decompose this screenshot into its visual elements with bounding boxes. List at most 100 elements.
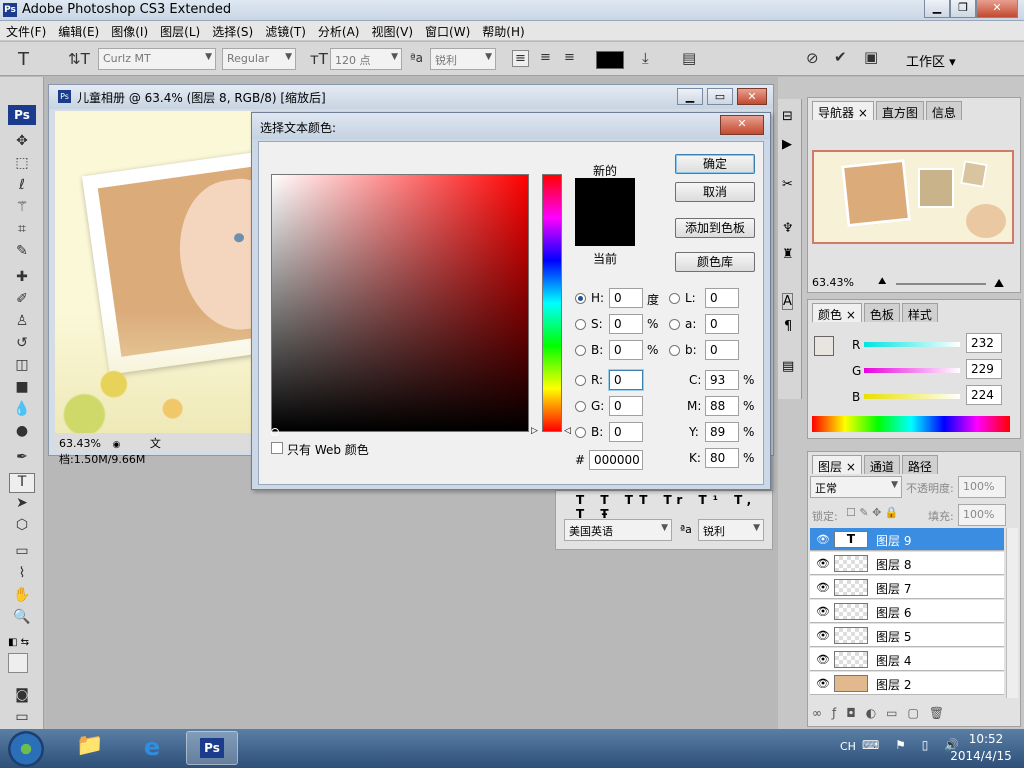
zoom-tool-icon[interactable]: 🔍 xyxy=(9,609,35,629)
tab-navigator[interactable]: 导航器 × xyxy=(812,101,874,120)
hue-slider[interactable] xyxy=(542,174,562,432)
file-explorer-icon[interactable]: 📁 xyxy=(70,733,110,765)
language-select[interactable]: 美国英语 ▼ xyxy=(564,519,672,541)
h-field[interactable]: 0 xyxy=(609,288,643,308)
blue-radio[interactable] xyxy=(575,427,586,438)
g-value-field[interactable]: 229 xyxy=(966,359,1002,379)
layer-row[interactable]: 👁 图层 8 xyxy=(810,552,1004,575)
tab-swatches[interactable]: 色板 xyxy=(863,303,900,322)
marquee-tool-icon[interactable]: ⬚ xyxy=(9,155,35,175)
tab-info[interactable]: 信息 xyxy=(925,101,962,120)
align-center-icon[interactable]: ≡ xyxy=(540,50,551,65)
quick-mask-icon[interactable]: ◙ xyxy=(9,687,35,707)
lasso-tool-icon[interactable]: ℓ xyxy=(9,177,35,197)
menu-layer[interactable]: 图层(L) xyxy=(154,21,206,40)
path-selection-icon[interactable]: ➤ xyxy=(9,495,35,515)
hue-arrow-right-icon[interactable]: ◁ xyxy=(564,426,571,436)
menu-analysis[interactable]: 分析(A) xyxy=(312,21,366,40)
menu-file[interactable]: 文件(F) xyxy=(0,21,52,40)
r-slider[interactable] xyxy=(864,342,960,347)
layer-comps-icon[interactable]: ▤ xyxy=(782,359,794,374)
r-radio[interactable] xyxy=(575,375,586,386)
navigator-zoom[interactable]: 63.43% xyxy=(812,276,854,289)
clone-stamp-icon[interactable]: ♙ xyxy=(9,313,35,333)
eyedropper-tool-icon[interactable]: ⌇ xyxy=(9,565,35,585)
ime-indicator[interactable]: CH xyxy=(840,740,856,753)
r-value-field[interactable]: 232 xyxy=(966,333,1002,353)
g-radio[interactable] xyxy=(575,401,586,412)
tab-histogram[interactable]: 直方图 xyxy=(875,101,924,120)
brush-tool-icon[interactable]: ✐ xyxy=(9,291,35,311)
text-orientation-icon[interactable]: ⇅T xyxy=(68,50,90,68)
type-tool-button-icon[interactable]: T xyxy=(9,473,35,493)
eye-icon[interactable]: 👁 xyxy=(816,605,830,618)
dialog-close-button[interactable]: ✕ xyxy=(720,115,764,135)
font-size-select[interactable]: 120 点 ▼ xyxy=(330,48,402,70)
default-colors-icon[interactable]: ◧ ⇆ xyxy=(8,637,29,648)
h-radio[interactable] xyxy=(575,293,586,304)
blue-field[interactable]: 0 xyxy=(609,422,643,442)
layer-row[interactable]: 👁 图层 6 xyxy=(810,600,1004,623)
bridge-icon[interactable]: ▣ xyxy=(864,48,878,66)
align-left-icon[interactable]: ≡ xyxy=(512,50,529,67)
workspace-menu[interactable]: 工作区 ▾ xyxy=(906,51,956,70)
status-arrow-icon[interactable]: ◉ xyxy=(112,440,120,450)
warp-text-icon[interactable]: ⤓ xyxy=(642,49,649,67)
antialias-select[interactable]: 锐利 ▼ xyxy=(430,48,496,70)
doc-minimize-button[interactable]: ▁ xyxy=(677,88,703,105)
text-style-icons[interactable]: T T TT Tr T¹ T, T Ŧ xyxy=(576,493,772,521)
m-field[interactable]: 88 xyxy=(705,396,739,416)
zoom-out-icon[interactable]: ⛰ xyxy=(878,276,886,287)
cancel-edit-icon[interactable]: ⊘ xyxy=(806,49,819,67)
s-field[interactable]: 0 xyxy=(609,314,643,334)
g-field[interactable]: 0 xyxy=(609,396,643,416)
history-panel-icon[interactable]: ⊟ xyxy=(782,109,793,124)
menu-help[interactable]: 帮助(H) xyxy=(476,21,530,40)
layer-row[interactable]: 👁 图层 7 xyxy=(810,576,1004,599)
dodge-tool-icon[interactable]: ● xyxy=(9,423,35,443)
layer-row[interactable]: 👁 T 图层 9 xyxy=(810,528,1004,551)
menu-view[interactable]: 视图(V) xyxy=(365,21,419,40)
lab-b-field[interactable]: 0 xyxy=(705,340,739,360)
eye-icon[interactable]: 👁 xyxy=(816,677,830,690)
l-field[interactable]: 0 xyxy=(705,288,739,308)
tab-channels[interactable]: 通道 xyxy=(863,455,900,474)
menu-window[interactable]: 窗口(W) xyxy=(419,21,476,40)
hue-arrow-left-icon[interactable]: ▷ xyxy=(531,426,538,436)
color-libraries-button[interactable]: 颜色库 xyxy=(675,252,755,272)
cancel-button[interactable]: 取消 xyxy=(675,182,755,202)
doc-close-button[interactable]: ✕ xyxy=(737,88,767,105)
tab-paths[interactable]: 路径 xyxy=(901,455,938,474)
r-field[interactable]: 0 xyxy=(609,370,643,390)
b-field[interactable]: 0 xyxy=(609,340,643,360)
s-radio[interactable] xyxy=(575,319,586,330)
c-field[interactable]: 93 xyxy=(705,370,739,390)
blur-tool-icon[interactable]: 💧 xyxy=(9,401,35,421)
eye-icon[interactable]: 👁 xyxy=(816,557,830,570)
eye-icon[interactable]: 👁 xyxy=(816,629,830,642)
magic-wand-tool-icon[interactable]: ⚚ xyxy=(9,199,35,219)
healing-brush-icon[interactable]: ✚ xyxy=(9,269,35,289)
pen-tool-icon[interactable]: ✒ xyxy=(9,449,35,469)
shape-tool-icon[interactable]: ⬡ xyxy=(9,517,35,537)
tab-styles[interactable]: 样式 xyxy=(901,303,938,322)
l-radio[interactable] xyxy=(669,293,680,304)
layer-row[interactable]: 👁 图层 4 xyxy=(810,648,1004,671)
eye-icon[interactable]: 👁 xyxy=(816,653,830,666)
character-panel-button-icon[interactable]: A xyxy=(782,293,793,310)
web-only-checkbox[interactable] xyxy=(271,442,283,454)
move-tool-icon[interactable]: ✥ xyxy=(9,133,35,153)
layers-scrollbar[interactable] xyxy=(1006,528,1018,698)
slice-tool-icon[interactable]: ✎ xyxy=(9,243,35,263)
a-field[interactable]: 0 xyxy=(705,314,739,334)
g-slider[interactable] xyxy=(864,368,960,373)
menu-edit[interactable]: 编辑(E) xyxy=(52,21,105,40)
blend-mode-select[interactable]: 正常 ▼ xyxy=(810,476,902,498)
panel-foreground-swatch[interactable] xyxy=(814,336,834,356)
close-button[interactable]: ✕ xyxy=(976,0,1018,18)
brushes-panel-icon[interactable]: ♆ xyxy=(782,221,794,236)
y-field[interactable]: 89 xyxy=(705,422,739,442)
color-field[interactable] xyxy=(271,174,529,432)
char-antialias-select[interactable]: 锐利 ▼ xyxy=(698,519,764,541)
commit-edit-icon[interactable]: ✔ xyxy=(834,48,847,66)
